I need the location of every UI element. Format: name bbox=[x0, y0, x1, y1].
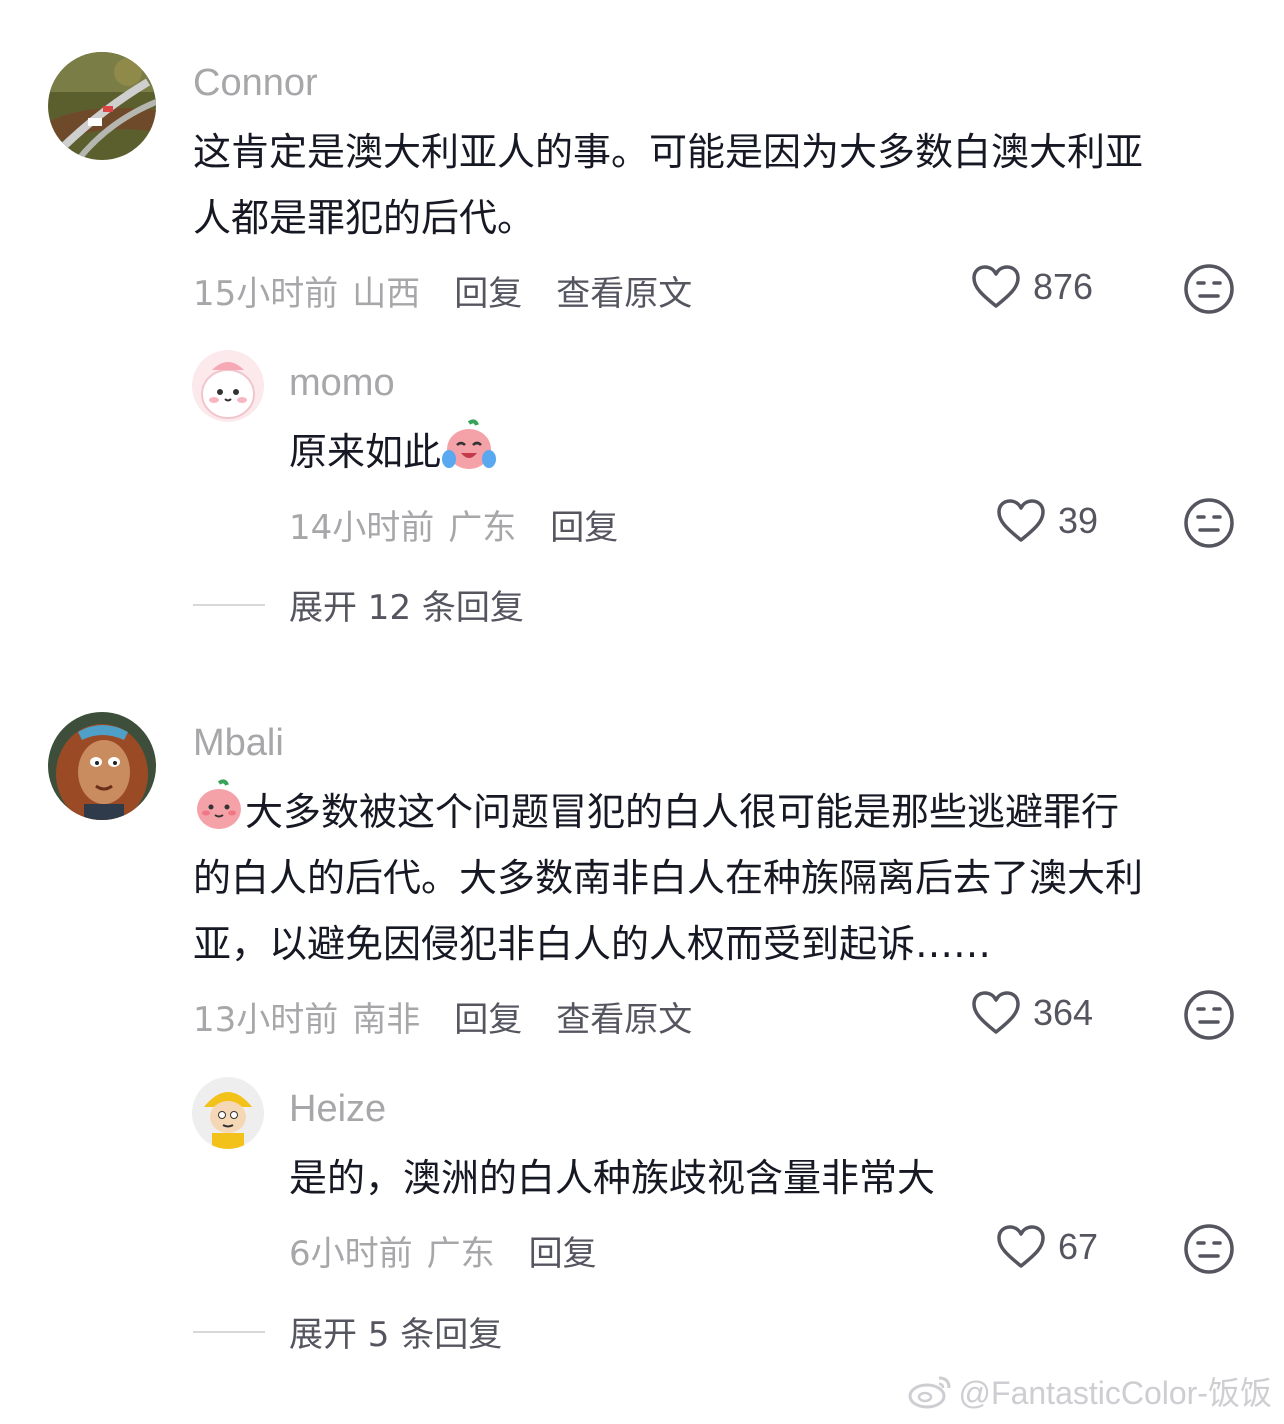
meh-face-icon[interactable] bbox=[1183, 1223, 1235, 1279]
watermark-text: @FantasticColor-饭饭 bbox=[958, 1375, 1272, 1411]
divider-line bbox=[193, 1330, 265, 1333]
like-button[interactable]: 876 bbox=[971, 264, 1093, 310]
meh-face-icon[interactable] bbox=[1183, 989, 1235, 1045]
comment-region: 南非 bbox=[352, 1000, 421, 1040]
expand-replies-button[interactable]: 展开 12 条回复 bbox=[193, 580, 524, 629]
reply-time: 6小时前 bbox=[289, 1234, 413, 1274]
expand-replies-label: 展开 5 条回复 bbox=[289, 1315, 503, 1355]
avatar-momo[interactable] bbox=[192, 350, 264, 422]
like-count: 67 bbox=[1058, 1226, 1099, 1267]
reply-meta: 14小时前 广东 回复 bbox=[289, 500, 618, 549]
like-count: 364 bbox=[1033, 992, 1094, 1033]
reply-text: 是的，澳洲的白人种族歧视含量非常大 bbox=[289, 1156, 936, 1200]
comment-text-line: 人都是罪犯的后代。 bbox=[193, 196, 536, 240]
reply-text-content: 原来如此 bbox=[289, 430, 442, 474]
heart-outline-icon bbox=[997, 499, 1045, 542]
like-button[interactable]: 67 bbox=[996, 1224, 1098, 1270]
reply-button[interactable]: 回复 bbox=[454, 266, 522, 315]
reply-button[interactable]: 回复 bbox=[550, 500, 618, 549]
like-count: 876 bbox=[1033, 266, 1094, 307]
comment-text-line: 大多数被这个问题冒犯的白人很可能是那些逃避罪行 bbox=[193, 779, 1119, 851]
comment-meta: 15小时前 山西 回复 查看原文 bbox=[193, 266, 692, 315]
expand-replies-button[interactable]: 展开 5 条回复 bbox=[193, 1307, 502, 1356]
reply-text: 原来如此 bbox=[289, 419, 497, 491]
comment-text-content: 大多数被这个问题冒犯的白人很可能是那些逃避罪行 bbox=[245, 790, 1120, 834]
reply-meta: 6小时前 广东 回复 bbox=[289, 1226, 597, 1275]
meh-face-icon[interactable] bbox=[1183, 497, 1235, 553]
comment-author[interactable]: Connor bbox=[193, 62, 318, 105]
peach-emoji bbox=[193, 779, 245, 851]
reply-button[interactable]: 回复 bbox=[529, 1226, 597, 1275]
watermark: @FantasticColor-饭饭 bbox=[907, 1368, 1272, 1414]
reply-time: 14小时前 bbox=[289, 508, 435, 548]
reply-region: 广东 bbox=[426, 1234, 495, 1274]
reply-button[interactable]: 回复 bbox=[454, 992, 522, 1041]
avatar-connor[interactable] bbox=[48, 52, 156, 160]
reply-region: 广东 bbox=[448, 508, 517, 548]
comment-text-line: 的白人的后代。大多数南非白人在种族隔离后去了澳大利 bbox=[193, 856, 1144, 900]
like-button[interactable]: 364 bbox=[971, 990, 1093, 1036]
reply-author[interactable]: Heize bbox=[289, 1088, 386, 1131]
comment-meta: 13小时前 南非 回复 查看原文 bbox=[193, 992, 692, 1041]
weibo-icon bbox=[908, 1376, 951, 1409]
avatar-mbali[interactable] bbox=[48, 712, 156, 820]
avatar-heize[interactable] bbox=[192, 1077, 264, 1149]
heart-outline-icon bbox=[972, 265, 1020, 308]
expand-replies-label: 展开 12 条回复 bbox=[289, 588, 524, 628]
view-original-button[interactable]: 查看原文 bbox=[556, 266, 692, 315]
heart-outline-icon bbox=[972, 991, 1020, 1034]
comment-author[interactable]: Mbali bbox=[193, 722, 284, 765]
comment-time: 15小时前 bbox=[193, 274, 339, 314]
meh-face-icon[interactable] bbox=[1183, 263, 1235, 319]
view-original-button[interactable]: 查看原文 bbox=[556, 992, 692, 1041]
comment-text-line: 亚，以避免因侵犯非白人的人权而受到起诉…… bbox=[193, 922, 992, 966]
reply-author[interactable]: momo bbox=[289, 362, 395, 405]
comment-region: 山西 bbox=[352, 274, 421, 314]
like-count: 39 bbox=[1058, 500, 1099, 541]
comment-text-line: 这肯定是澳大利亚人的事。可能是因为大多数白澳大利亚 bbox=[193, 130, 1144, 174]
like-button[interactable]: 39 bbox=[996, 498, 1098, 544]
divider-line bbox=[193, 603, 265, 606]
heart-outline-icon bbox=[997, 1225, 1045, 1268]
crying-laughing-peach-emoji bbox=[441, 419, 497, 491]
comment-time: 13小时前 bbox=[193, 1000, 339, 1040]
